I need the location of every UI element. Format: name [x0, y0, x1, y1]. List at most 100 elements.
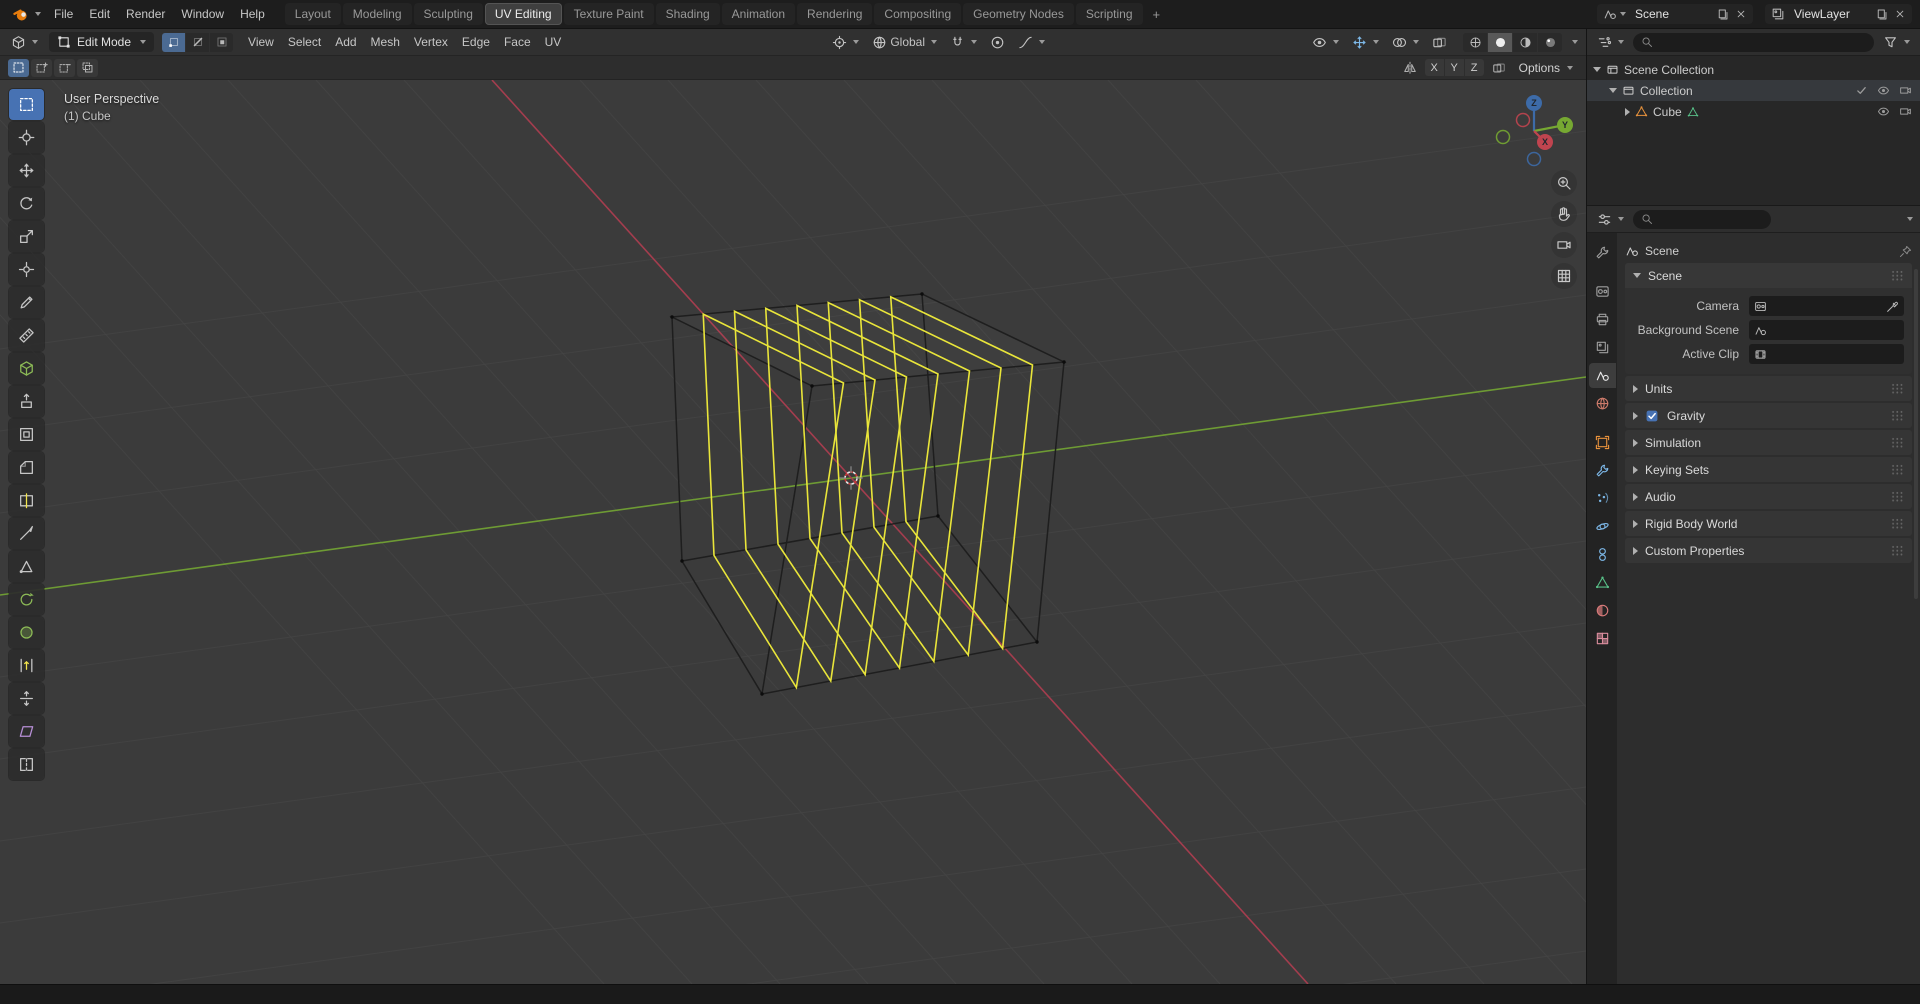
- outliner-row-collection[interactable]: Collection: [1587, 80, 1920, 101]
- workspace-tab-modeling[interactable]: Modeling: [342, 3, 412, 25]
- drag-handle[interactable]: [1891, 383, 1904, 394]
- outliner-row-cube[interactable]: Cube: [1587, 101, 1920, 122]
- tool-scale[interactable]: [9, 221, 44, 252]
- panel-header-gravity[interactable]: Gravity: [1625, 403, 1912, 428]
- viewport-menu-vertex[interactable]: Vertex: [407, 31, 455, 53]
- menu-edit[interactable]: Edit: [81, 3, 118, 25]
- tool-poly-build[interactable]: [9, 551, 44, 582]
- menu-help[interactable]: Help: [232, 3, 273, 25]
- shading-rendered-button[interactable]: [1538, 32, 1562, 52]
- workspace-tab-animation[interactable]: Animation: [721, 3, 796, 25]
- workspace-tab-uv-editing[interactable]: UV Editing: [484, 3, 562, 25]
- menu-file[interactable]: File: [46, 3, 81, 25]
- select-mode-vertex[interactable]: [162, 32, 186, 52]
- select-mode-edge[interactable]: [186, 32, 210, 52]
- properties-editor-type-button[interactable]: [1594, 210, 1627, 229]
- workspace-tab-shading[interactable]: Shading: [655, 3, 720, 25]
- tool-knife[interactable]: [9, 518, 44, 549]
- background-scene-field[interactable]: [1749, 320, 1904, 340]
- properties-tab-view-layer[interactable]: [1589, 335, 1616, 360]
- viewport-camera-view-button[interactable]: [1551, 232, 1577, 258]
- drag-handle[interactable]: [1891, 410, 1904, 421]
- tool-rotate[interactable]: [9, 188, 44, 219]
- properties-tab-object-data[interactable]: [1589, 570, 1616, 595]
- scene-name-field[interactable]: Scene: [1629, 5, 1713, 23]
- outliner-filter-button[interactable]: [1880, 33, 1913, 52]
- drag-handle[interactable]: [1891, 464, 1904, 475]
- select-mode-face[interactable]: [210, 32, 234, 52]
- panel-header-rigid-body-world[interactable]: Rigid Body World: [1625, 511, 1912, 536]
- remove-viewlayer-button[interactable]: [1891, 6, 1909, 22]
- select-subtract-button[interactable]: [54, 58, 75, 77]
- workspace-tab-geometry-nodes[interactable]: Geometry Nodes: [963, 3, 1074, 25]
- properties-tab-tool[interactable]: [1589, 240, 1616, 265]
- select-extend-button[interactable]: [31, 58, 52, 77]
- workspace-tab-sculpting[interactable]: Sculpting: [413, 3, 483, 25]
- properties-tab-world[interactable]: [1589, 391, 1616, 416]
- properties-tab-physics[interactable]: [1589, 514, 1616, 539]
- workspace-tab-texture-paint[interactable]: Texture Paint: [563, 3, 654, 25]
- new-scene-button[interactable]: [1713, 6, 1732, 23]
- drag-handle[interactable]: [1891, 491, 1904, 502]
- select-new-button[interactable]: [8, 58, 29, 77]
- properties-tab-particles[interactable]: [1589, 486, 1616, 511]
- select-intersect-button[interactable]: [77, 58, 98, 77]
- gizmo-neg-x-handle[interactable]: [1515, 112, 1531, 128]
- viewport-canvas[interactable]: User Perspective (1) Cube Z Y X: [0, 80, 1586, 984]
- camera-field[interactable]: [1749, 296, 1904, 316]
- panel-header-keying-sets[interactable]: Keying Sets: [1625, 457, 1912, 482]
- properties-tab-scene[interactable]: [1588, 363, 1616, 388]
- tool-shrink-fatten[interactable]: [9, 683, 44, 714]
- expander-icon[interactable]: [1609, 88, 1617, 93]
- tool-edge-slide[interactable]: [9, 650, 44, 681]
- falloff-dropdown[interactable]: [1015, 33, 1048, 52]
- viewport-menu-view[interactable]: View: [241, 31, 281, 53]
- tool-annotate[interactable]: [9, 287, 44, 318]
- workspace-tab-layout[interactable]: Layout: [284, 3, 341, 25]
- outliner-search[interactable]: [1633, 32, 1874, 52]
- proportional-editing-button[interactable]: [987, 33, 1008, 52]
- menu-render[interactable]: Render: [118, 3, 173, 25]
- browse-scene-button[interactable]: [1600, 5, 1629, 23]
- viewport-pan-button[interactable]: [1551, 201, 1577, 227]
- menu-window[interactable]: Window: [173, 3, 232, 25]
- tool-loop-cut[interactable]: [9, 485, 44, 516]
- overlays-dropdown[interactable]: [1389, 33, 1422, 52]
- options-dropdown[interactable]: Options: [1514, 59, 1578, 77]
- properties-search[interactable]: [1633, 209, 1771, 229]
- mirror-x-toggle[interactable]: X: [1424, 59, 1444, 76]
- panel-header-custom-properties[interactable]: Custom Properties: [1625, 538, 1912, 563]
- workspace-tab-compositing[interactable]: Compositing: [874, 3, 962, 25]
- browse-viewlayer-button[interactable]: [1768, 5, 1788, 23]
- chevron-down-icon[interactable]: [1907, 217, 1913, 221]
- tool-add-cube[interactable]: [9, 353, 44, 384]
- shading-wireframe-button[interactable]: [1463, 32, 1487, 52]
- blender-menu-button[interactable]: [8, 4, 46, 25]
- check-toggle-icon[interactable]: [1855, 84, 1868, 97]
- eye-toggle-icon[interactable]: [1877, 105, 1890, 118]
- camera-toggle-icon[interactable]: [1899, 84, 1912, 97]
- tool-rip[interactable]: [9, 749, 44, 780]
- snap-options-icon[interactable]: [1492, 61, 1506, 75]
- properties-tab-output[interactable]: [1589, 307, 1616, 332]
- drag-handle[interactable]: [1891, 270, 1904, 281]
- tool-move[interactable]: [9, 155, 44, 186]
- mirror-y-toggle[interactable]: Y: [1444, 59, 1464, 76]
- tool-shear[interactable]: [9, 716, 44, 747]
- drag-handle[interactable]: [1891, 518, 1904, 529]
- properties-tab-material[interactable]: [1589, 598, 1616, 623]
- properties-tab-render[interactable]: [1589, 279, 1616, 304]
- drag-handle[interactable]: [1891, 545, 1904, 556]
- panel-header-units[interactable]: Units: [1625, 376, 1912, 401]
- orientation-dropdown[interactable]: Global: [869, 33, 940, 52]
- eye-toggle-icon[interactable]: [1877, 84, 1890, 97]
- tool-cursor[interactable]: [9, 122, 44, 153]
- scrollbar[interactable]: [1914, 269, 1918, 599]
- tool-spin[interactable]: [9, 584, 44, 615]
- properties-search-input[interactable]: [1658, 212, 1763, 226]
- viewport-menu-add[interactable]: Add: [328, 31, 363, 53]
- viewport-zoom-button[interactable]: [1551, 170, 1577, 196]
- gizmo-neg-y-handle[interactable]: [1495, 129, 1511, 145]
- viewlayer-name-field[interactable]: ViewLayer: [1788, 5, 1872, 23]
- object-visibility-dropdown[interactable]: [1309, 33, 1342, 52]
